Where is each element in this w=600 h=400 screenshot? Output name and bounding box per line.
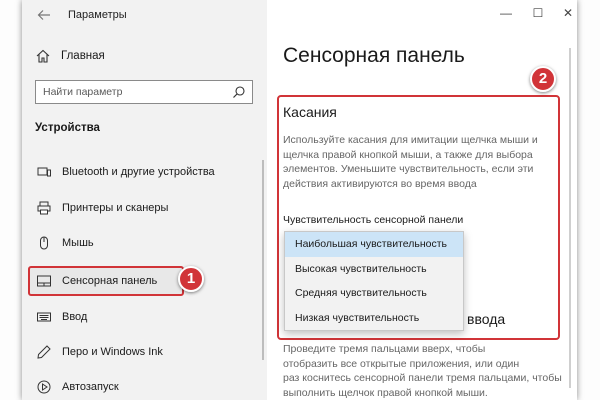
title-bar: Параметры [22, 0, 267, 32]
close-button[interactable]: ✕ [559, 6, 577, 20]
printer-icon [36, 200, 52, 216]
section-title: Устройства [35, 122, 100, 134]
description-line: выполнить щелчок правой кнопкой мыши. [283, 386, 488, 399]
keyboard-icon [36, 309, 52, 325]
sensitivity-dropdown-list[interactable]: Наибольшая чувствительность Высокая чувс… [284, 231, 464, 331]
pen-icon [36, 344, 52, 360]
touchpad-icon [36, 273, 52, 289]
sidebar-item-pen[interactable]: Перо и Windows Ink [22, 337, 267, 367]
home-label: Главная [61, 50, 105, 62]
sidebar-item-label: Ввод [62, 311, 88, 323]
sidebar-item-label: Автозапуск [62, 381, 119, 393]
section-heading: Касания [283, 104, 337, 120]
sidebar-item-bluetooth[interactable]: Bluetooth и другие устройства [22, 157, 267, 187]
autoplay-icon [36, 379, 52, 395]
back-arrow-icon[interactable] [37, 8, 53, 24]
sidebar-scrollbar[interactable] [262, 160, 264, 360]
dropdown-option[interactable]: Наибольшая чувствительность [285, 232, 463, 257]
description-line: отобразить все открытые приложения, или … [283, 357, 520, 370]
search-box[interactable] [35, 80, 253, 104]
search-icon[interactable] [232, 85, 246, 99]
sidebar-item-label: Принтеры и сканеры [62, 202, 169, 214]
description-line: Проведите тремя пальцами вверх, чтобы [283, 343, 486, 355]
sidebar-item-autoplay[interactable]: Автозапуск [22, 372, 267, 400]
sidebar-item-mouse[interactable]: Мышь [22, 228, 267, 258]
sidebar-item-label: Перо и Windows Ink [62, 346, 163, 358]
content-scrollbar[interactable] [569, 48, 571, 388]
sidebar-item-label: Мышь [62, 237, 94, 249]
dropdown-option[interactable]: Высокая чувствительность [285, 257, 463, 282]
description-line: раз коснитесь сенсорной панели тремя пал… [283, 372, 562, 384]
sidebar-item-input[interactable]: Ввод [22, 302, 267, 332]
annotation-badge-1: 1 [178, 266, 204, 292]
section-description: Используйте касания для имитации щелчка … [283, 134, 538, 190]
bluetooth-icon [36, 164, 52, 180]
settings-window: Параметры Главная Устройства Bluetoo [22, 0, 577, 400]
sidebar-item-touchpad[interactable]: Сенсорная панель [22, 266, 267, 296]
annotation-badge-2: 2 [530, 66, 556, 92]
maximize-button[interactable]: ☐ [529, 6, 547, 20]
dropdown-option[interactable]: Низкая чувствительность [285, 306, 463, 331]
dropdown-option[interactable]: Средняя чувствительность [285, 281, 463, 306]
app-title: Параметры [68, 9, 127, 21]
sensitivity-label: Чувствительность сенсорной панели [283, 214, 464, 226]
main-content: — ☐ ✕ Сенсорная панель Касания Используй… [267, 0, 577, 400]
minimize-button[interactable]: — [497, 6, 515, 20]
sidebar-item-label: Сенсорная панель [62, 275, 158, 287]
home-link[interactable]: Главная [35, 48, 105, 64]
page-title: Сенсорная панель [283, 44, 465, 67]
home-icon [35, 48, 51, 64]
screenshot-frame: Параметры Главная Устройства Bluetoo [0, 0, 600, 400]
sidebar-item-printers[interactable]: Принтеры и сканеры [22, 193, 267, 223]
sidebar: Параметры Главная Устройства Bluetoo [22, 0, 267, 400]
next-section-description: Проведите тремя пальцами вверх, чтобы от… [283, 342, 563, 400]
next-section-heading: ввода [467, 311, 506, 327]
sidebar-item-label: Bluetooth и другие устройства [62, 166, 215, 178]
search-input[interactable] [43, 82, 232, 102]
mouse-icon [36, 235, 52, 251]
